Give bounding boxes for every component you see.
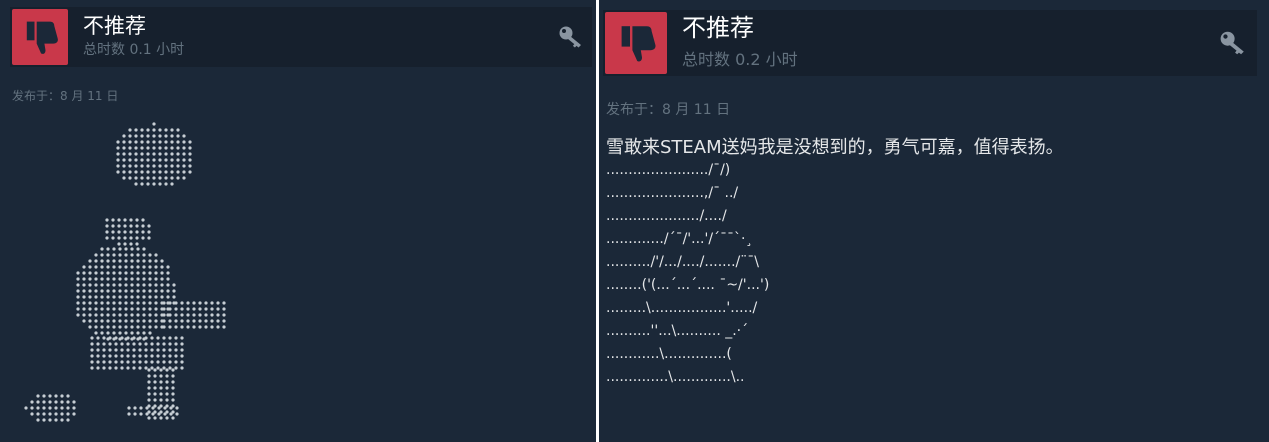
posted-date: 发布于：8 月 11 日 — [12, 89, 119, 103]
review-panel-right: 不推荐 总时数 0.2 小时 发布于：8 月 11 日 雪敢来STEAM送妈我是… — [599, 0, 1269, 442]
review-header: 不推荐 总时数 0.2 小时 — [603, 10, 1257, 76]
review-header: 不推荐 总时数 0.1 小时 — [10, 7, 592, 67]
ascii-art-text: ......................./¯/) ............… — [606, 162, 770, 385]
verdict-title[interactable]: 不推荐 — [83, 15, 184, 37]
verdict-title[interactable]: 不推荐 — [682, 16, 798, 41]
screenshot: 不推荐 总时数 0.1 小时 发布于：8 月 11 日 不推荐 总时数 0.2 … — [0, 0, 1269, 442]
key-icon[interactable] — [1219, 30, 1247, 60]
review-text: 雪敢来STEAM送妈我是没想到的，勇气可嘉，值得表扬。 — [606, 137, 1064, 158]
thumbs-down-icon — [605, 12, 667, 74]
playtime-hours: 总时数 0.1 小时 — [83, 42, 185, 59]
ascii-art-figure — [24, 122, 226, 422]
posted-date: 发布于：8 月 11 日 — [606, 102, 731, 118]
header-text: 不推荐 总时数 0.1 小时 — [83, 15, 184, 59]
header-text: 不推荐 总时数 0.2 小时 — [682, 16, 798, 69]
thumbs-down-icon — [12, 9, 68, 65]
playtime-hours: 总时数 0.2 小时 — [682, 49, 798, 69]
review-panel-left: 不推荐 总时数 0.1 小时 发布于：8 月 11 日 — [0, 0, 596, 442]
key-icon[interactable] — [558, 25, 584, 53]
